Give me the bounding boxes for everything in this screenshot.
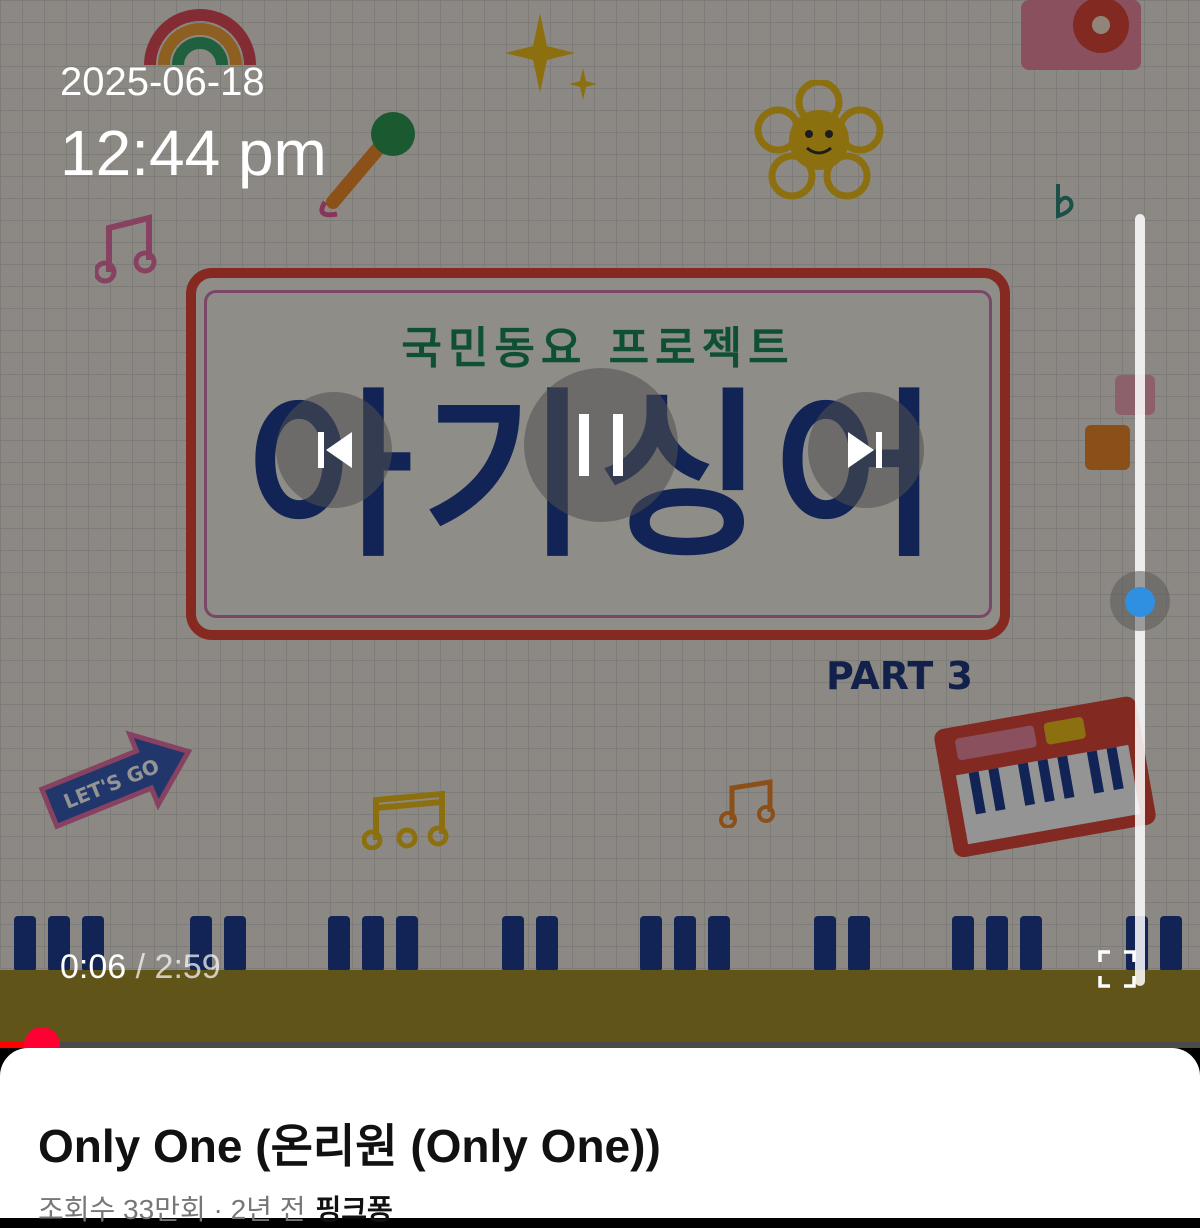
view-count-age: 조회수 33만회 · 2년 전: [38, 1194, 306, 1225]
video-meta: 조회수 33만회 · 2년 전 핑크퐁: [38, 1188, 393, 1228]
time-label: 12:44 pm: [60, 117, 327, 189]
pause-icon: [579, 414, 623, 476]
duration: 2:59: [154, 948, 221, 986]
previous-button[interactable]: [276, 392, 392, 508]
skip-previous-icon: [318, 432, 352, 468]
channel-name[interactable]: 핑크퐁: [315, 1194, 392, 1225]
current-time: 0:06: [60, 948, 127, 986]
time-separator: /: [135, 948, 146, 986]
date-label: 2025-06-18: [60, 60, 265, 104]
skip-next-icon: [848, 432, 882, 468]
fullscreen-icon[interactable]: [1098, 950, 1136, 988]
video-player[interactable]: 국민동요 프로젝트 아기싱어 PART 3 LET'S GO: [0, 0, 1200, 1048]
play-pause-button[interactable]: [524, 368, 678, 522]
next-button[interactable]: [808, 392, 924, 508]
volume-slider-knob[interactable]: [1125, 587, 1155, 617]
time-readout: 0:06 / 2:59: [60, 948, 221, 987]
video-title[interactable]: Only One (온리원 (Only One)): [38, 1110, 661, 1176]
